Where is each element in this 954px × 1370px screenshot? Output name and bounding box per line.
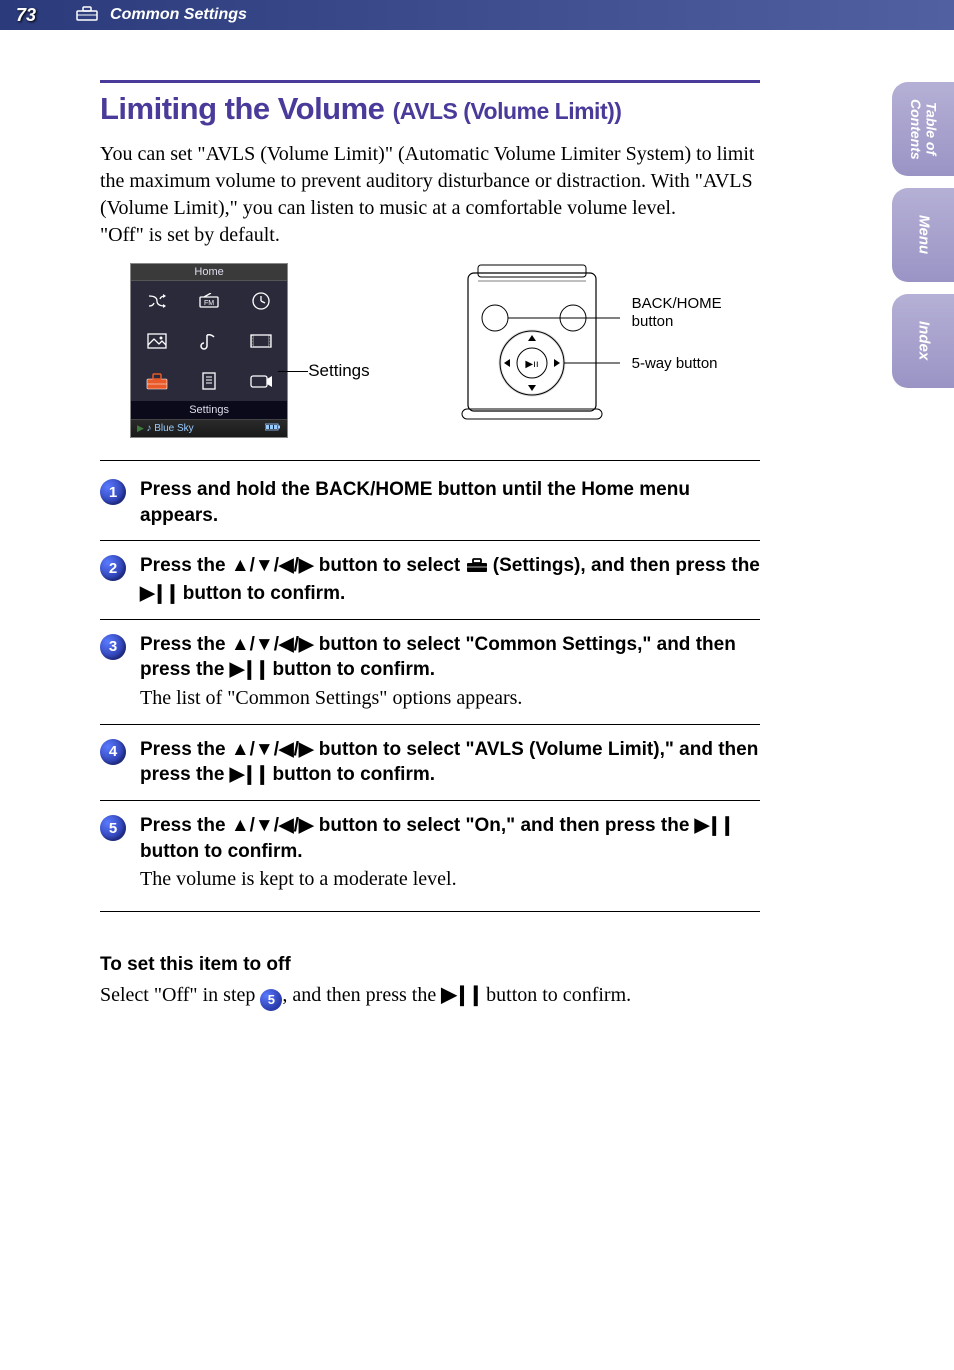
svg-text:▶ıı: ▶ıı bbox=[525, 359, 538, 370]
step-bullet: 1 bbox=[100, 479, 126, 505]
toolbox-icon bbox=[76, 5, 98, 26]
video-icon bbox=[235, 321, 287, 361]
side-tabs: Table of Contents Menu Index bbox=[892, 82, 954, 388]
step-action: Press and hold the BACK/HOME button unti… bbox=[140, 477, 760, 528]
now-playing-text: ▶ ♪ Blue Sky bbox=[137, 423, 194, 434]
settings-pointer: Settings bbox=[308, 361, 369, 381]
step-action: Press the ▲/▼/◀/▶ button to select "Comm… bbox=[140, 632, 760, 683]
subsection-heading: To set this item to off bbox=[100, 954, 760, 976]
svg-text:FM: FM bbox=[204, 300, 214, 307]
page-title: Limiting the Volume (AVLS (Volume Limit)… bbox=[100, 91, 760, 127]
music-icon bbox=[183, 321, 235, 361]
shuffle-icon bbox=[131, 281, 183, 321]
steps-list: 1 Press and hold the BACK/HOME button un… bbox=[100, 460, 760, 912]
title-sub: (AVLS (Volume Limit)) bbox=[393, 98, 622, 124]
label-five-way: 5-way button bbox=[632, 355, 760, 373]
page-header: 73 Common Settings bbox=[0, 0, 954, 30]
step-3: 3 Press the ▲/▼/◀/▶ button to select "Co… bbox=[100, 620, 760, 725]
page-content: Limiting the Volume (AVLS (Volume Limit)… bbox=[0, 30, 830, 1031]
screen-mock-title: Home bbox=[131, 264, 287, 281]
battery-icon bbox=[265, 423, 281, 434]
radio-icon: FM bbox=[183, 281, 235, 321]
settings-toolbox-icon bbox=[131, 361, 183, 401]
step-action: Press the ▲/▼/◀/▶ button to select (Sett… bbox=[140, 553, 760, 606]
subsection-text: Select "Off" in step 5, and then press t… bbox=[100, 982, 760, 1011]
pointer-label: Settings bbox=[308, 361, 369, 380]
step-1: 1 Press and hold the BACK/HOME button un… bbox=[100, 461, 760, 541]
step-note: The volume is kept to a moderate level. bbox=[140, 866, 760, 893]
device-svg: ▶ıı bbox=[450, 263, 620, 423]
step-note: The list of "Common Settings" options ap… bbox=[140, 685, 760, 712]
screen-mock-label: Settings bbox=[131, 401, 287, 419]
screen-mock-now-playing: ▶ ♪ Blue Sky bbox=[131, 419, 287, 437]
tab-menu[interactable]: Menu bbox=[892, 188, 954, 282]
clock-icon bbox=[235, 281, 287, 321]
step-5: 5 Press the ▲/▼/◀/▶ button to select "On… bbox=[100, 801, 760, 912]
title-main: Limiting the Volume bbox=[100, 91, 384, 126]
intro-text: You can set "AVLS (Volume Limit)" (Autom… bbox=[100, 141, 760, 249]
pointer-line bbox=[278, 371, 308, 372]
toolbox-icon bbox=[466, 555, 488, 581]
step-bullet: 3 bbox=[100, 634, 126, 660]
step-bullet: 4 bbox=[100, 739, 126, 765]
tab-index[interactable]: Index bbox=[892, 294, 954, 388]
device-labels: BACK/HOME button 5-way button bbox=[632, 263, 760, 397]
subsection: To set this item to off Select "Off" in … bbox=[100, 954, 760, 1011]
step-bullet: 2 bbox=[100, 555, 126, 581]
intro-line: You can set "AVLS (Volume Limit)" (Autom… bbox=[100, 141, 760, 222]
step-action: Press the ▲/▼/◀/▶ button to select "AVLS… bbox=[140, 737, 760, 788]
step-action: Press the ▲/▼/◀/▶ button to select "On,"… bbox=[140, 813, 760, 864]
playlist-icon bbox=[183, 361, 235, 401]
screen-mock-grid: FM bbox=[131, 281, 287, 401]
device-illustration: ▶ıı BACK/HOME button 5-way button bbox=[450, 263, 760, 423]
intro-line: "Off" is set by default. bbox=[100, 222, 760, 249]
step-bullet: 5 bbox=[100, 815, 126, 841]
label-back-home: BACK/HOME button bbox=[632, 295, 760, 331]
header-section: Common Settings bbox=[110, 6, 247, 24]
illustration-row: Home FM Settings ▶ ♪ Blue Sky bbox=[130, 263, 760, 438]
photo-icon bbox=[131, 321, 183, 361]
page-number: 73 bbox=[16, 5, 36, 26]
step-ref-bullet: 5 bbox=[260, 989, 282, 1011]
screen-mock: Home FM Settings ▶ ♪ Blue Sky bbox=[130, 263, 288, 438]
now-playing-icon bbox=[235, 361, 287, 401]
tab-table-of-contents[interactable]: Table of Contents bbox=[892, 82, 954, 176]
heading-rule bbox=[100, 80, 760, 83]
step-2: 2 Press the ▲/▼/◀/▶ button to select (Se… bbox=[100, 541, 760, 619]
step-4: 4 Press the ▲/▼/◀/▶ button to select "AV… bbox=[100, 725, 760, 801]
